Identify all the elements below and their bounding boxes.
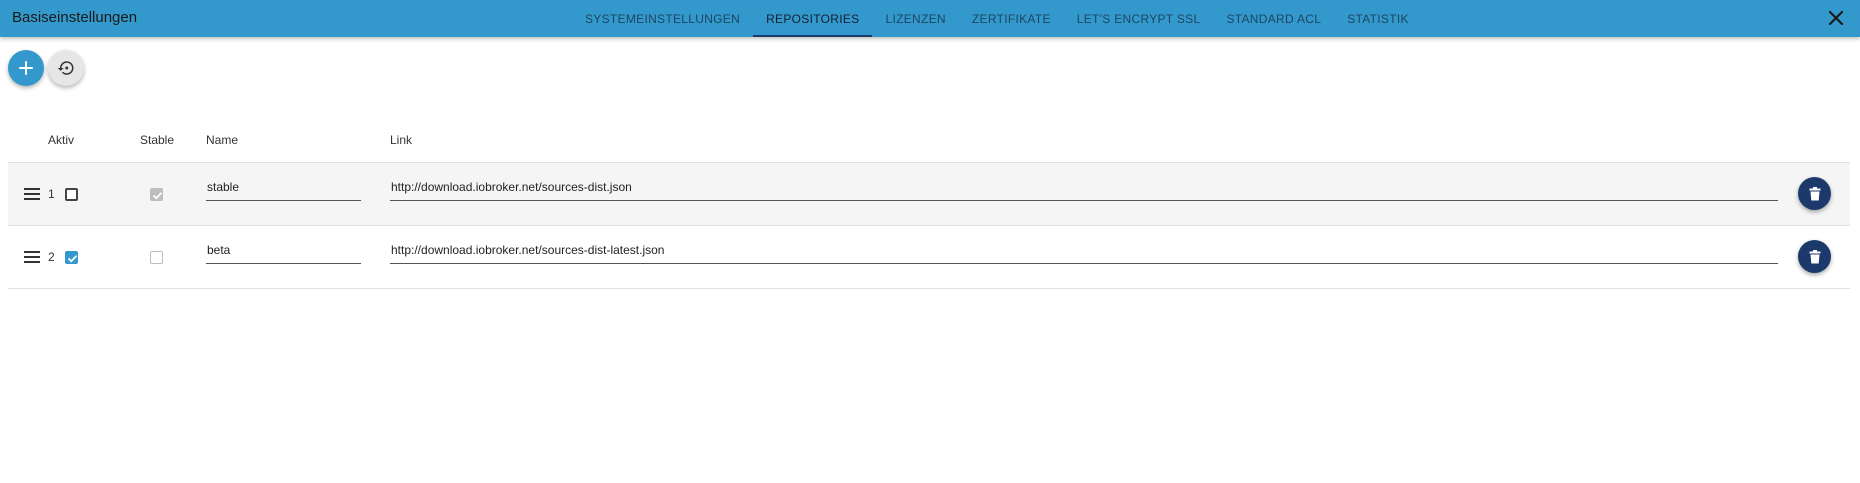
stable-checkbox[interactable] xyxy=(150,251,163,264)
tab-lets-encrypt-ssl[interactable]: LET'S ENCRYPT SSL xyxy=(1064,0,1214,37)
drag-handle-icon[interactable] xyxy=(24,188,40,200)
delete-button[interactable] xyxy=(1798,240,1831,273)
row-index: 1 xyxy=(48,187,55,201)
link-input[interactable]: http://download.iobroker.net/sources-dis… xyxy=(390,240,1778,264)
column-header-active: Aktiv xyxy=(48,133,75,147)
tab-standard-acl[interactable]: STANDARD ACL xyxy=(1213,0,1334,37)
tab-systemeinstellungen[interactable]: SYSTEMEINSTELLUNGEN xyxy=(572,0,753,37)
plus-icon xyxy=(19,61,33,75)
column-header-name: Name xyxy=(206,133,239,147)
restore-icon xyxy=(57,61,74,75)
column-header-link: Link xyxy=(390,133,413,147)
link-input[interactable]: http://download.iobroker.net/sources-dis… xyxy=(390,177,1778,201)
trash-icon xyxy=(1809,186,1820,200)
close-button[interactable] xyxy=(1826,8,1846,28)
tab-zertifikate[interactable]: ZERTIFIKATE xyxy=(959,0,1064,37)
delete-button[interactable] xyxy=(1798,177,1831,210)
dialog-title: Basiseinstellungen xyxy=(12,9,138,26)
tab-lizenzen[interactable]: LIZENZEN xyxy=(872,0,958,37)
column-header-stable: Stable xyxy=(140,133,175,147)
active-checkbox[interactable] xyxy=(65,251,78,264)
restore-defaults-button[interactable] xyxy=(48,50,84,86)
table-divider xyxy=(8,288,1850,289)
table-row: 2 beta http://download.iobroker.net/sour… xyxy=(8,225,1850,288)
close-icon xyxy=(1828,10,1844,26)
tab-repositories[interactable]: REPOSITORIES xyxy=(753,0,873,37)
active-checkbox[interactable] xyxy=(65,188,78,201)
name-input[interactable]: stable xyxy=(206,177,361,201)
trash-icon xyxy=(1809,249,1820,263)
name-input[interactable]: beta xyxy=(206,240,361,264)
row-index: 2 xyxy=(48,250,55,264)
add-repository-button[interactable] xyxy=(8,50,44,86)
tab-bar: SYSTEMEINSTELLUNGEN REPOSITORIES LIZENZE… xyxy=(572,0,1422,37)
drag-handle-icon[interactable] xyxy=(24,251,40,263)
tab-statistik[interactable]: STATISTIK xyxy=(1334,0,1422,37)
stable-checkbox xyxy=(150,188,163,201)
table-row: 1 stable http://download.iobroker.net/so… xyxy=(8,162,1850,225)
app-bar: Basiseinstellungen SYSTEMEINSTELLUNGEN R… xyxy=(0,0,1860,37)
